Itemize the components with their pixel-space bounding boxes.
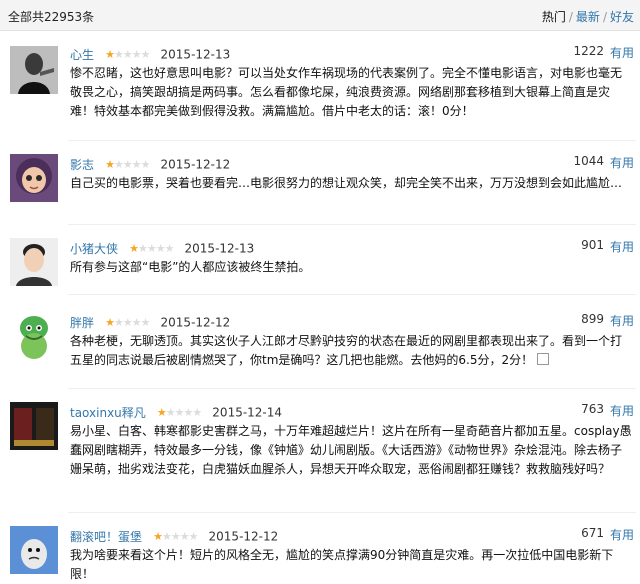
comment-meta: 小猪大侠 ★★★★★ 2015-12-13	[70, 238, 255, 257]
comment-username[interactable]: 胖胖	[70, 316, 94, 330]
divider	[68, 512, 636, 513]
comment-text: 我为啥要来看这个片！短片的风格全无，尴尬的笑点撑满90分钟简直是灾难。再一次拉低…	[70, 548, 614, 581]
star-icon: ★	[153, 530, 163, 543]
rating-stars: ★★★★★	[129, 242, 174, 255]
comment-date: 2015-12-12	[160, 315, 231, 330]
comment-text: 易小星、白客、韩寒都影史害群之马，十万年难超越烂片！这片在所有一星奇葩音片都加五…	[70, 424, 632, 476]
comment-meta: 胖胖 ★★★★★ 2015-12-12	[70, 312, 231, 331]
comment-item: 小猪大侠 ★★★★★ 2015-12-13 901 有用 所有参与这部“电影”的…	[0, 238, 640, 286]
star-icon: ★	[105, 48, 115, 61]
user-avatar[interactable]	[10, 46, 58, 94]
green-monster-avatar-icon	[10, 312, 58, 360]
comment-date: 2015-12-12	[160, 157, 231, 172]
cartoon-egg-avatar-icon	[10, 526, 58, 574]
star-icon: ★	[105, 316, 115, 329]
star-icon: ★★★★	[113, 158, 150, 171]
comment-meta: 心生 ★★★★★ 2015-12-13	[70, 44, 231, 63]
star-icon: ★★★★	[161, 530, 198, 543]
star-icon: ★★★★	[137, 242, 174, 255]
vote-count: 1222	[573, 44, 604, 58]
divider	[68, 388, 636, 389]
user-avatar[interactable]	[10, 238, 58, 286]
divider	[68, 294, 636, 295]
comment-date: 2015-12-14	[212, 405, 283, 420]
vote-count: 1044	[573, 154, 604, 168]
man-photo-avatar-icon	[10, 46, 58, 94]
useful-button[interactable]: 有用	[610, 526, 634, 543]
comment-meta: taoxinxu释凡 ★★★★★ 2015-12-14	[70, 402, 283, 421]
comment-username[interactable]: taoxinxu释凡	[70, 406, 146, 420]
comment-username[interactable]: 翻滚吧！蛋堡	[70, 530, 142, 544]
sort-separator: /	[602, 10, 607, 24]
sort-hot[interactable]: 热门	[542, 10, 566, 24]
vote-count: 901	[581, 238, 604, 252]
sort-friends[interactable]: 好友	[610, 10, 634, 24]
useful-button[interactable]: 有用	[610, 238, 634, 255]
divider	[68, 140, 636, 141]
sort-latest[interactable]: 最新	[576, 10, 600, 24]
useful-button[interactable]: 有用	[610, 402, 634, 419]
rating-stars: ★★★★★	[105, 158, 150, 171]
comment-text: 自己买的电影票，哭着也要看完…电影很努力的想让观众笑，却完全笑不出来，万万没想到…	[70, 176, 623, 190]
vote-count: 671	[581, 526, 604, 540]
rating-stars: ★★★★★	[153, 530, 198, 543]
comment-username[interactable]: 心生	[70, 48, 94, 62]
useful-button[interactable]: 有用	[610, 154, 634, 171]
useful-button[interactable]: 有用	[610, 44, 634, 61]
comments-header: 全部共22953条 热门 / 最新 / 好友	[0, 0, 640, 31]
user-avatar[interactable]	[10, 526, 58, 574]
comment-meta: 影志 ★★★★★ 2015-12-12	[70, 154, 231, 173]
comment-date: 2015-12-12	[208, 529, 279, 544]
comment-username[interactable]: 影志	[70, 158, 94, 172]
comment-date: 2015-12-13	[184, 241, 255, 256]
star-icon: ★	[129, 242, 139, 255]
vote-count: 763	[581, 402, 604, 416]
user-avatar[interactable]	[10, 154, 58, 202]
star-icon: ★	[105, 158, 115, 171]
useful-button[interactable]: 有用	[610, 312, 634, 329]
star-icon: ★★★★	[165, 406, 202, 419]
comment-text: 各种老梗，无聊透顶。其实这伙子人江郎才尽黔驴技穷的状态在最近的网剧里都表现出来了…	[70, 332, 632, 370]
star-icon: ★	[156, 406, 167, 419]
sort-separator: /	[568, 10, 573, 24]
divider	[68, 224, 636, 225]
comment-meta: 翻滚吧！蛋堡 ★★★★★ 2015-12-12	[70, 526, 279, 545]
comment-total-count: 全部共22953条	[8, 10, 95, 24]
edit-icon[interactable]	[537, 353, 550, 365]
comment-item: taoxinxu释凡 ★★★★★ 2015-12-14 763 有用 易小星、白…	[0, 402, 640, 502]
comment-text: 惨不忍睹，这也好意思叫电影？可以当处女作车祸现场的代表案例了。完全不懂电影语言，…	[70, 66, 623, 118]
sort-options: 热门 / 最新 / 好友	[542, 8, 634, 25]
star-icon: ★★★★	[113, 48, 150, 61]
rating-stars: ★★★★★	[105, 48, 150, 61]
comment-item: 心生 ★★★★★ 2015-12-13 1222 有用 惨不忍睹，这也好意思叫电…	[0, 44, 640, 132]
comment-item: 胖胖 ★★★★★ 2015-12-12 899 有用 各种老梗，无聊透顶。其实这…	[0, 312, 640, 378]
comment-date: 2015-12-13	[160, 47, 231, 62]
rating-stars: ★★★★★	[105, 316, 150, 329]
rating-stars: ★★★★★	[156, 406, 202, 419]
vote-count: 899	[581, 312, 604, 326]
comment-item: 翻滚吧！蛋堡 ★★★★★ 2015-12-12 671 有用 我为啥要来看这个片…	[0, 526, 640, 582]
movie-poster-avatar-icon	[10, 402, 58, 450]
comment-item: 影志 ★★★★★ 2015-12-12 1044 有用 自己买的电影票，哭着也要…	[0, 154, 640, 216]
user-avatar[interactable]	[10, 312, 58, 360]
cartoon-girl-avatar-icon	[10, 154, 58, 202]
comment-username[interactable]: 小猪大侠	[70, 242, 118, 256]
user-avatar[interactable]	[10, 402, 58, 450]
comment-text: 所有参与这部“电影”的人都应该被终生禁拍。	[70, 260, 311, 274]
star-icon: ★★★★	[113, 316, 150, 329]
young-man-avatar-icon	[10, 238, 58, 286]
